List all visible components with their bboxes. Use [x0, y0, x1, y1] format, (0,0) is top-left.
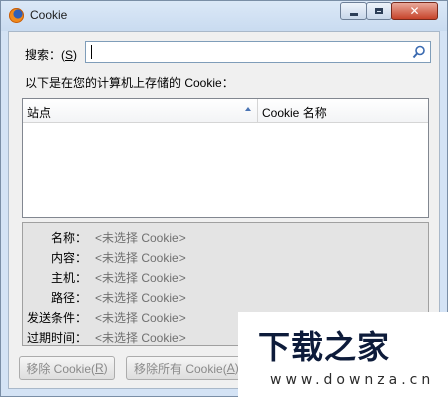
column-header-site-label: 站点 [27, 106, 52, 120]
maximize-button[interactable] [366, 2, 392, 20]
tree-header: 站点 Cookie 名称 [23, 99, 428, 123]
maximize-icon [375, 8, 383, 14]
minimize-button[interactable] [340, 2, 367, 20]
detail-key: 路径： [50, 291, 87, 305]
detail-value: <未选择 Cookie> [95, 271, 186, 285]
window-title: Cookie [30, 8, 68, 22]
remove-all-cookies-button[interactable]: 移除所有 Cookie(A) [126, 356, 244, 380]
detail-value: <未选择 Cookie> [95, 251, 186, 265]
column-header-cookie-name-label: Cookie 名称 [262, 106, 327, 120]
detail-value: <未选择 Cookie> [95, 291, 186, 305]
detail-row-path: 路径： <未选择 Cookie> [23, 286, 428, 306]
detail-value: <未选择 Cookie> [95, 231, 186, 245]
detail-value: <未选择 Cookie> [95, 311, 186, 325]
search-label: 搜索：(S) [25, 48, 78, 62]
search-icon[interactable] [412, 45, 426, 59]
text-caret [91, 45, 92, 59]
cookie-list-caption: 以下是在您的计算机上存储的 Cookie： [25, 76, 234, 90]
cookie-tree[interactable]: 站点 Cookie 名称 [22, 98, 429, 218]
title-bar[interactable]: Cookie ✕ [1, 1, 447, 31]
detail-row-name: 名称： <未选择 Cookie> [23, 226, 428, 246]
remove-cookie-button[interactable]: 移除 Cookie(R) [19, 356, 115, 380]
close-button[interactable]: ✕ [391, 2, 438, 20]
detail-key: 名称： [50, 231, 87, 245]
firefox-icon [9, 8, 24, 23]
detail-value: <未选择 Cookie> [95, 331, 186, 345]
watermark-logo: 下载之家 [258, 328, 391, 366]
column-header-site[interactable]: 站点 [23, 99, 258, 122]
sort-ascending-icon [245, 107, 251, 111]
search-input[interactable] [85, 41, 431, 63]
detail-key: 发送条件： [26, 311, 87, 325]
detail-key: 主机： [50, 271, 87, 285]
detail-row-host: 主机： <未选择 Cookie> [23, 266, 428, 286]
minimize-icon [349, 12, 358, 16]
close-icon: ✕ [409, 4, 420, 18]
detail-key: 内容： [50, 251, 87, 265]
detail-key: 过期时间： [26, 331, 87, 345]
column-header-cookie-name[interactable]: Cookie 名称 [258, 99, 428, 122]
watermark-url: www.downza.cn [270, 372, 435, 388]
detail-row-content: 内容： <未选择 Cookie> [23, 246, 428, 266]
